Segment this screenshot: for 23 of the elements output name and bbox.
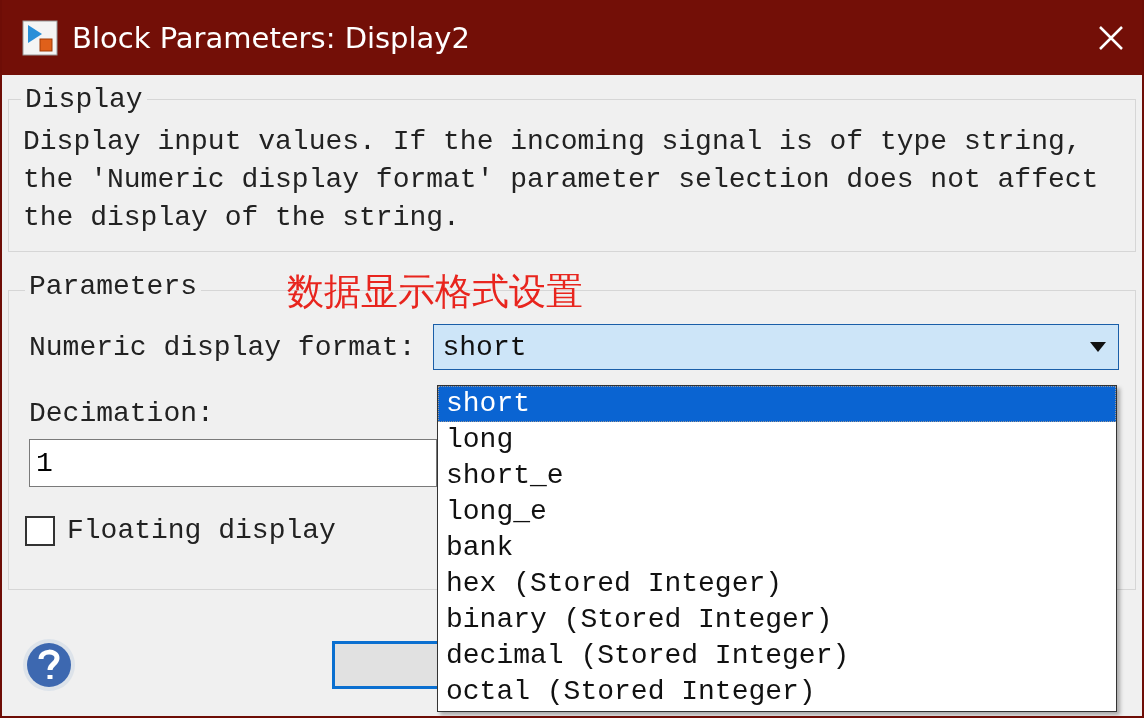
- field-label: Decimation:: [29, 398, 214, 429]
- dropdown-option[interactable]: short: [438, 386, 1116, 422]
- checkbox-label: Floating display: [67, 515, 336, 546]
- dropdown-option[interactable]: decimal (Stored Integer): [438, 638, 1116, 674]
- field-label: Numeric display format:: [29, 331, 416, 363]
- dropdown-option[interactable]: binary (Stored Integer): [438, 602, 1116, 638]
- annotation-text: 数据显示格式设置: [287, 269, 583, 315]
- decimation-field[interactable]: 1: [29, 439, 437, 487]
- close-icon[interactable]: [1098, 24, 1124, 51]
- caret-icon: [1090, 342, 1106, 352]
- dropdown-option[interactable]: short_e: [438, 458, 1116, 494]
- dropdown-option[interactable]: bank: [438, 530, 1116, 566]
- window-title: Block Parameters: Display2: [72, 20, 471, 55]
- description-text: Display input values. If the incoming signal is of type string, the 'Numeric display format' parameter selection does not affect the display of the string.: [23, 125, 1100, 235]
- block-icon: [22, 19, 58, 56]
- checkbox[interactable]: [25, 515, 55, 546]
- dropdown-option[interactable]: hex (Stored Integer): [438, 566, 1116, 602]
- dropdown-option[interactable]: long: [438, 422, 1116, 458]
- dropdown-option[interactable]: octal (Stored Integer): [438, 674, 1116, 710]
- help-icon[interactable]: [22, 638, 76, 692]
- dropdown-option[interactable]: long_e: [438, 494, 1116, 530]
- group-title: Display: [21, 84, 147, 115]
- format-dropdown[interactable]: short: [433, 324, 1119, 370]
